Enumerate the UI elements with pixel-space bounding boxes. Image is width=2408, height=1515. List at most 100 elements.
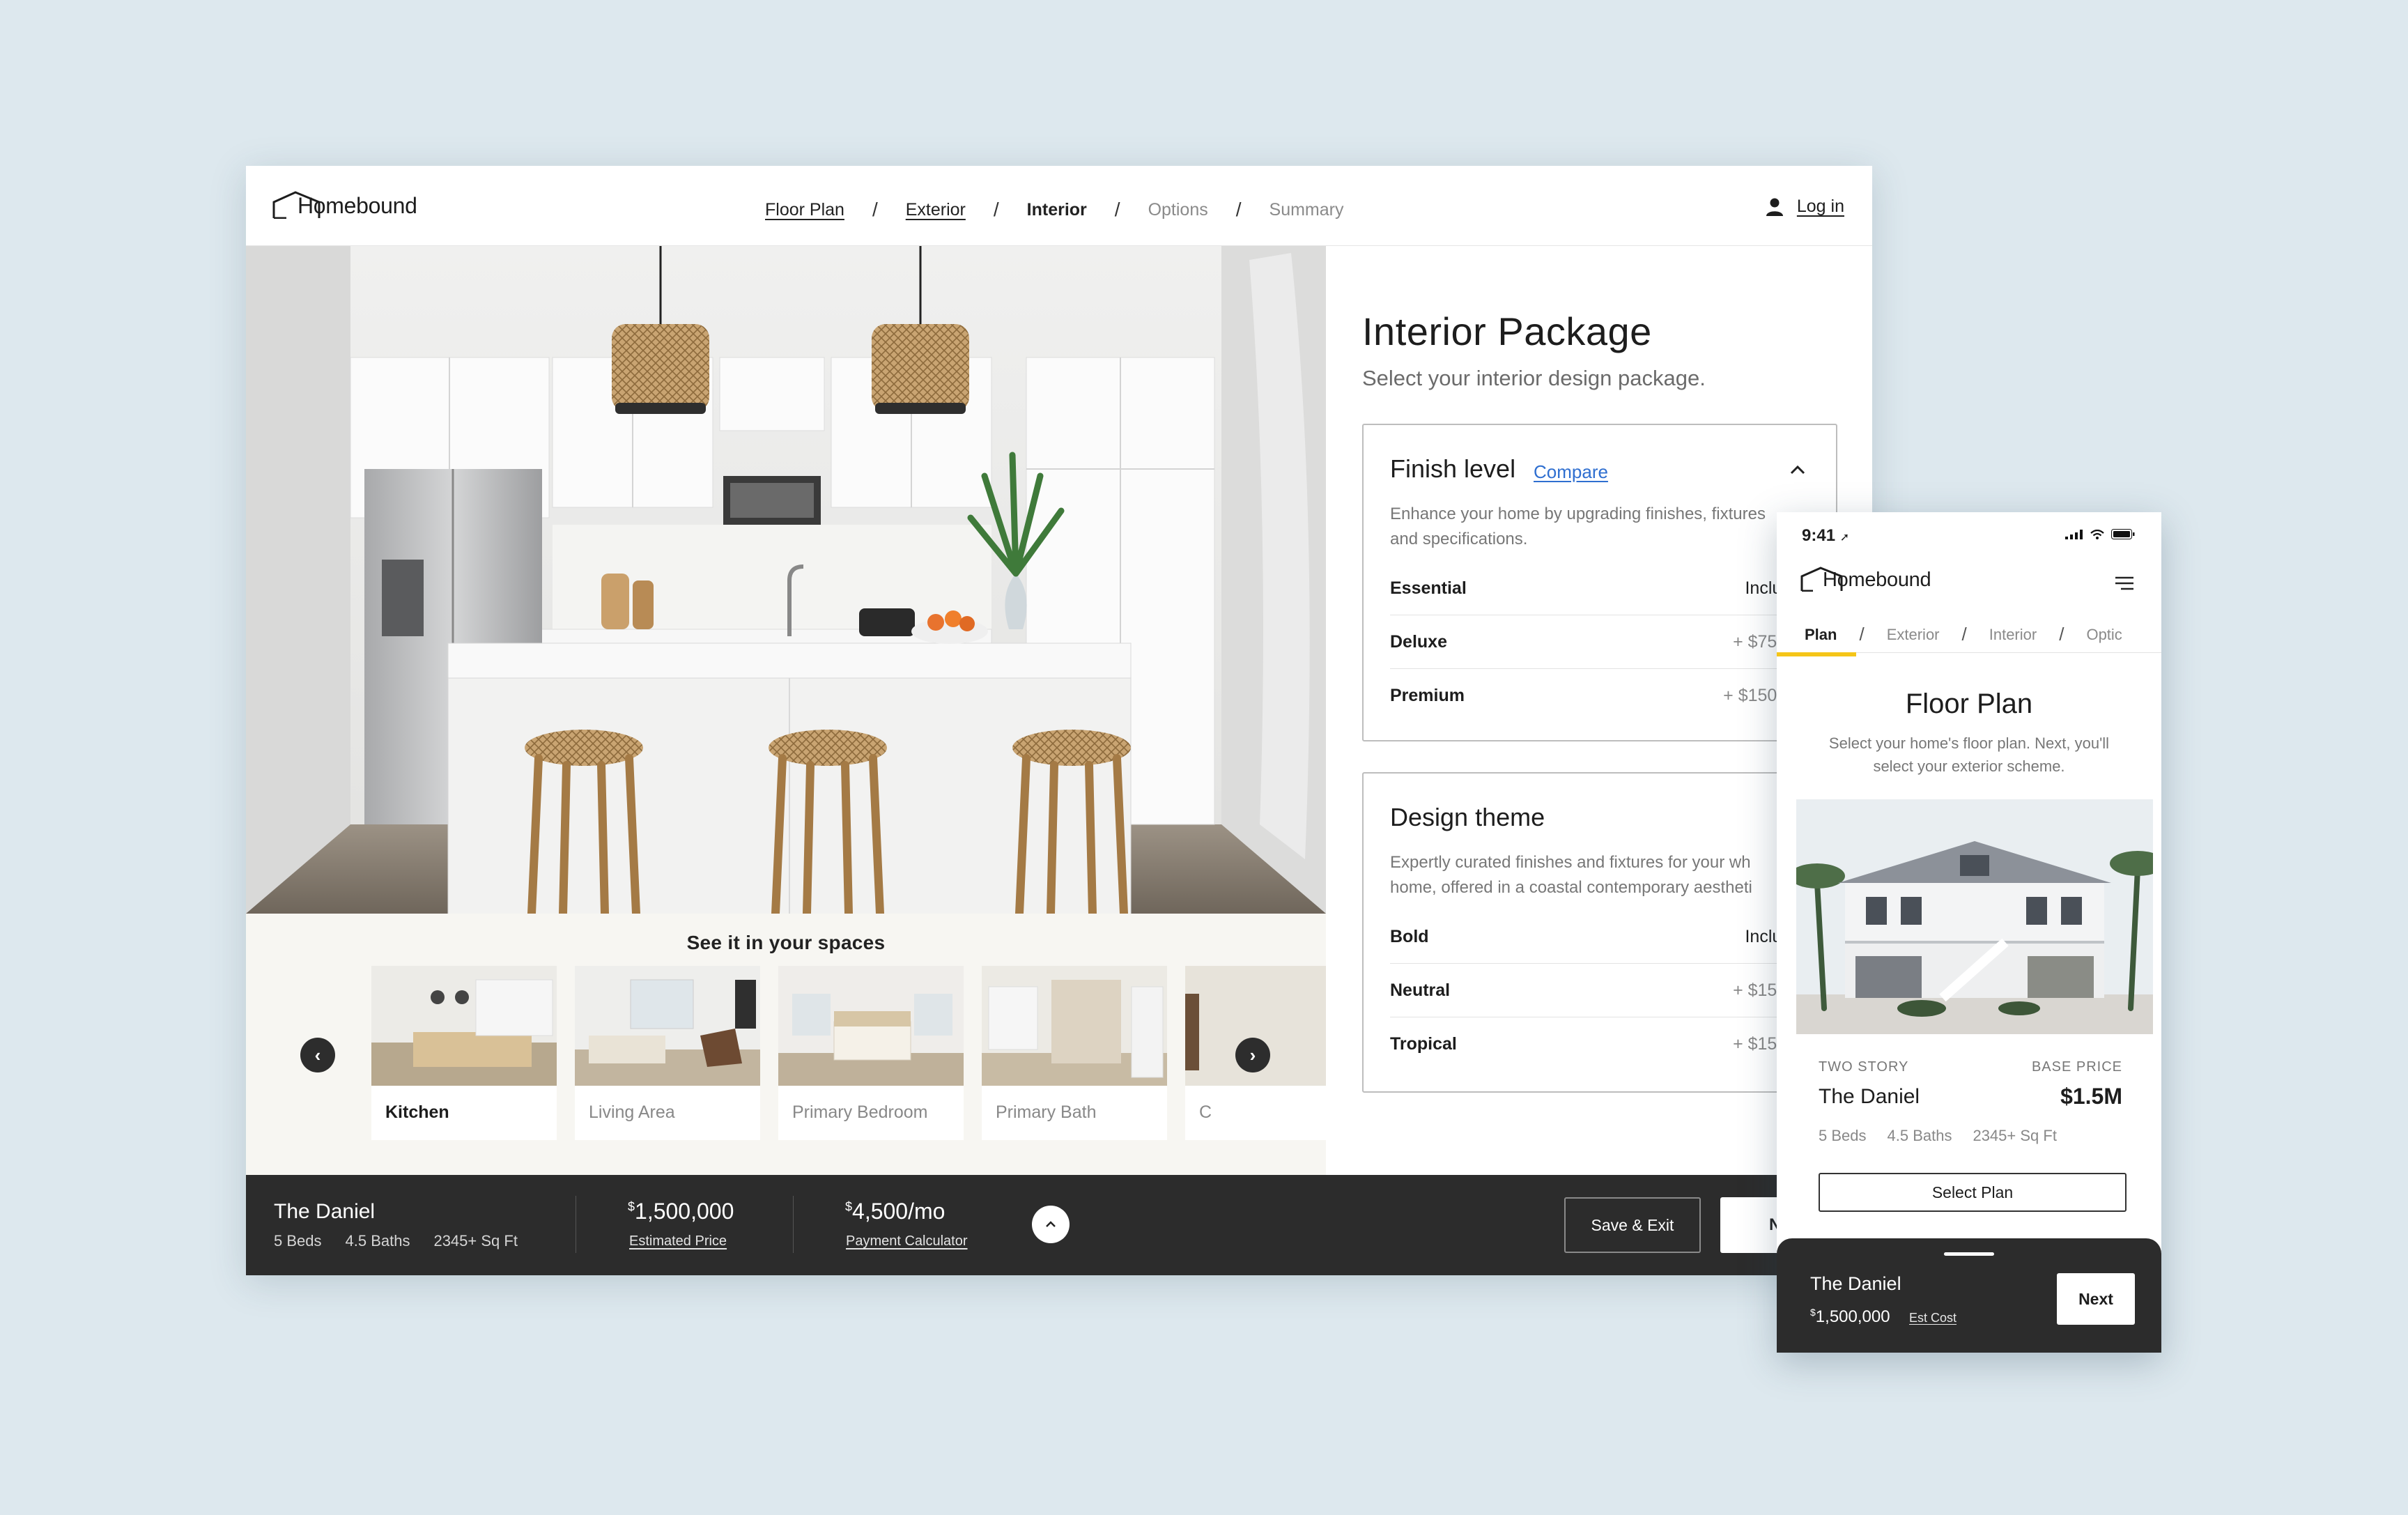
carousel-prev-button[interactable]: ‹ bbox=[300, 1038, 335, 1072]
nav-separator: / bbox=[872, 199, 878, 220]
nav-floor-plan[interactable]: Floor Plan bbox=[765, 200, 844, 220]
select-plan-button[interactable]: Select Plan bbox=[1819, 1173, 2127, 1212]
option-name: Bold bbox=[1390, 926, 1429, 946]
brand-logo[interactable]: Homebound bbox=[1800, 567, 1931, 592]
status-bar: 9:41 ➚ bbox=[1777, 512, 2161, 553]
page-subtitle: Select your interior design package. bbox=[1362, 366, 1706, 390]
space-card-label: C bbox=[1199, 1102, 1212, 1122]
tab-exterior[interactable]: Exterior bbox=[1887, 626, 1940, 644]
signal-icon bbox=[2065, 530, 2083, 539]
login-link[interactable]: Log in bbox=[1766, 197, 1844, 217]
finish-option-deluxe[interactable]: Deluxe + $75,000 bbox=[1390, 615, 1811, 669]
beds: 5 Beds bbox=[274, 1232, 322, 1249]
monthly-payment: $4,500/mo bbox=[845, 1199, 945, 1224]
base-price-label: BASE PRICE bbox=[2031, 1059, 2122, 1075]
finish-option-essential[interactable]: Essential Included bbox=[1390, 562, 1811, 615]
base-price-value: $1.5M bbox=[2060, 1084, 2122, 1109]
expand-summary-button[interactable] bbox=[1032, 1206, 1070, 1243]
save-exit-button[interactable]: Save & Exit bbox=[1564, 1197, 1701, 1253]
space-card-primary-bath[interactable]: Primary Bath bbox=[982, 966, 1167, 1140]
chevron-right-icon: › bbox=[1249, 1044, 1256, 1066]
time-label: 9:41 bbox=[1802, 526, 1836, 545]
carousel-next-button[interactable]: › bbox=[1235, 1038, 1270, 1072]
beds: 5 Beds bbox=[1819, 1127, 1867, 1144]
nav-interior[interactable]: Interior bbox=[1024, 200, 1090, 252]
tab-separator: / bbox=[1859, 624, 1865, 645]
spaces-title: See it in your spaces bbox=[686, 932, 886, 953]
drag-handle[interactable] bbox=[1944, 1252, 1994, 1256]
nav-options[interactable]: Options bbox=[1148, 200, 1208, 220]
spaces-carousel: See it in your spaces ‹ Kitchen Living A… bbox=[246, 914, 1326, 1175]
step-nav: Floor Plan / Exterior / Interior / Optio… bbox=[765, 199, 1344, 252]
tab-separator: / bbox=[2059, 624, 2064, 645]
brand-logo[interactable]: Homebound bbox=[272, 191, 417, 219]
description-line: Expertly curated finishes and fixtures f… bbox=[1390, 853, 1751, 872]
price-value: 1,500,000 bbox=[635, 1199, 734, 1224]
floor-plan-subtitle: Select your home's floor plan. Next, you… bbox=[1828, 735, 2110, 775]
space-card-kitchen[interactable]: Kitchen bbox=[371, 966, 557, 1140]
price-value: 1,500,000 bbox=[1815, 1307, 1890, 1326]
sqft: 2345+ Sq Ft bbox=[433, 1232, 518, 1249]
footer-plan-name: The Daniel bbox=[1810, 1273, 1901, 1294]
living-area-thumbnail bbox=[575, 966, 760, 1086]
tab-options[interactable]: Optic bbox=[2086, 626, 2122, 644]
house-image[interactable] bbox=[1796, 799, 2153, 1034]
chevron-up-icon[interactable] bbox=[1790, 457, 1805, 479]
finish-level-section: Finish level Compare Enhance your home b… bbox=[1362, 424, 1837, 741]
design-option-tropical[interactable]: Tropical + $15,000 bbox=[1390, 1017, 1811, 1071]
plan-specs: 5 Beds 4.5 Baths 2345+ Sq Ft bbox=[1819, 1127, 2057, 1145]
nav-separator: / bbox=[1235, 199, 1242, 220]
compare-link[interactable]: Compare bbox=[1534, 461, 1608, 483]
description-line: home, offered in a coastal contemporary … bbox=[1390, 878, 1752, 897]
tab-separator: / bbox=[1961, 624, 1967, 645]
space-card-living-area[interactable]: Living Area bbox=[575, 966, 760, 1140]
tab-interior[interactable]: Interior bbox=[1989, 626, 2037, 644]
design-option-neutral[interactable]: Neutral + $15,000 bbox=[1390, 964, 1811, 1017]
kitchen-scene-illustration bbox=[246, 246, 1326, 914]
mobile-step-tabs: Plan / Exterior / Interior / Optic bbox=[1777, 617, 2161, 656]
footer-price: $1,500,000 bbox=[1810, 1307, 1890, 1327]
payment-calculator-link[interactable]: Payment Calculator bbox=[846, 1233, 968, 1249]
design-theme-description: Expertly curated finishes and fixtures f… bbox=[1390, 850, 1815, 900]
summary-footer: The Daniel 5 Beds 4.5 Baths 2345+ Sq Ft … bbox=[246, 1175, 1872, 1275]
floor-plan-title: Floor Plan bbox=[1905, 689, 2033, 719]
space-card-label: Primary Bedroom bbox=[792, 1102, 928, 1122]
currency-symbol: $ bbox=[845, 1199, 853, 1214]
option-name: Premium bbox=[1390, 686, 1465, 705]
baths: 4.5 Baths bbox=[345, 1232, 410, 1249]
monthly-value: 4,500/mo bbox=[852, 1199, 946, 1224]
finish-option-premium[interactable]: Premium + $150,000 bbox=[1390, 669, 1811, 723]
mobile-next-button[interactable]: Next bbox=[2057, 1273, 2135, 1325]
tab-plan[interactable]: Plan bbox=[1777, 626, 1857, 656]
description-line: and specifications. bbox=[1390, 530, 1528, 548]
house-illustration bbox=[1796, 799, 2153, 1034]
baths: 4.5 Baths bbox=[1887, 1127, 1952, 1144]
status-time: 9:41 ➚ bbox=[1802, 526, 1849, 546]
sqft: 2345+ Sq Ft bbox=[1973, 1127, 2057, 1144]
design-option-bold[interactable]: Bold Included bbox=[1390, 910, 1811, 964]
kitchen-hero-image bbox=[246, 246, 1326, 914]
menu-icon[interactable] bbox=[2115, 572, 2133, 596]
desktop-window: Homebound Floor Plan / Exterior / Interi… bbox=[246, 166, 1872, 1275]
location-arrow-icon: ➚ bbox=[1839, 532, 1850, 544]
finish-level-description: Enhance your home by upgrading finishes,… bbox=[1390, 502, 1815, 552]
status-icons bbox=[2065, 529, 2135, 539]
est-cost-link[interactable]: Est Cost bbox=[1909, 1311, 1957, 1325]
page-title: Interior Package bbox=[1362, 309, 1652, 353]
space-card-primary-bedroom[interactable]: Primary Bedroom bbox=[778, 966, 964, 1140]
wifi-icon bbox=[2090, 530, 2104, 539]
estimated-price-link[interactable]: Estimated Price bbox=[629, 1233, 727, 1249]
space-card-label: Living Area bbox=[589, 1102, 675, 1122]
login-label: Log in bbox=[1796, 197, 1844, 216]
header: Homebound Floor Plan / Exterior / Interi… bbox=[246, 166, 1872, 252]
kitchen-thumbnail bbox=[371, 966, 557, 1086]
nav-separator: / bbox=[1114, 199, 1120, 220]
description-line: Enhance your home by upgrading finishes,… bbox=[1390, 505, 1766, 523]
space-cards: Kitchen Living Area Primary Bedroom Prim… bbox=[371, 966, 1326, 1147]
nav-summary[interactable]: Summary bbox=[1269, 200, 1344, 220]
option-name: Essential bbox=[1390, 578, 1467, 598]
divider bbox=[793, 1196, 794, 1253]
brand-name: Homebound bbox=[1823, 569, 1931, 591]
nav-exterior[interactable]: Exterior bbox=[906, 200, 966, 220]
primary-bedroom-thumbnail bbox=[778, 966, 964, 1086]
